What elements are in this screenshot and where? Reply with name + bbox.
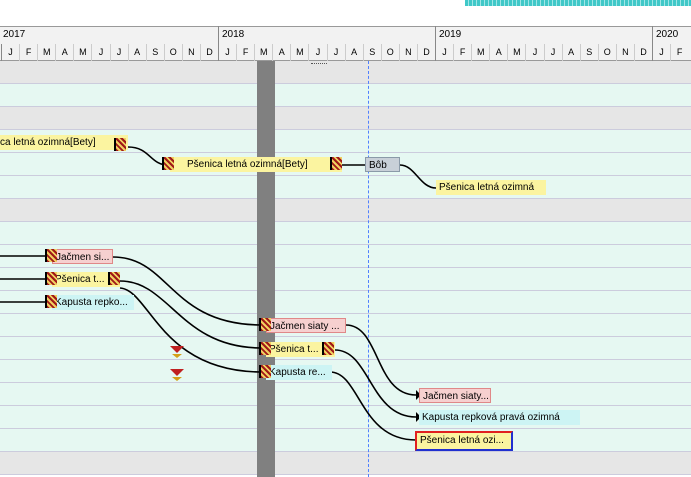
hatched-milestone-icon	[322, 342, 334, 355]
year-2020: 2020	[652, 26, 691, 44]
month-label: F	[453, 44, 471, 61]
month-label: M	[254, 44, 272, 61]
gantt-row	[0, 222, 691, 245]
gantt-chart: 2017 2018 2019 2020 JFMAMJJASONDJFMAMJJA…	[0, 0, 691, 477]
month-label: M	[507, 44, 525, 61]
month-label: D	[416, 44, 435, 61]
hatched-milestone-icon	[259, 342, 271, 355]
gantt-row	[0, 406, 691, 429]
task-bar-b5[interactable]: Jačmen si...	[52, 249, 113, 264]
task-bar-b7[interactable]: Kapusta repko...	[52, 295, 134, 310]
gantt-row	[0, 360, 691, 383]
header-accent-strip	[465, 0, 691, 6]
year-2019: 2019	[435, 26, 652, 44]
task-bar-b8[interactable]: Jačmen siaty ...	[266, 318, 346, 333]
task-bar-b13-selected[interactable]: Pšenica letná ozi...	[415, 431, 513, 451]
month-label: J	[218, 44, 236, 61]
month-label: N	[398, 44, 417, 61]
month-label: A	[489, 44, 507, 61]
month-label: O	[163, 44, 182, 61]
month-label: J	[435, 44, 453, 61]
gantt-row	[0, 383, 691, 406]
hatched-milestone-icon	[108, 272, 120, 285]
task-bar-b10[interactable]: Kapusta re...	[266, 365, 332, 380]
month-label: N	[615, 44, 634, 61]
month-label: S	[362, 44, 381, 61]
month-label: O	[380, 44, 399, 61]
current-period-band	[257, 61, 275, 477]
hatched-milestone-icon	[45, 295, 57, 308]
month-label: S	[145, 44, 164, 61]
hatched-milestone-icon	[45, 272, 57, 285]
gantt-row	[0, 176, 691, 199]
gantt-row	[0, 337, 691, 360]
month-label: J	[652, 44, 670, 61]
month-label: J	[525, 44, 543, 61]
gantt-row	[0, 107, 691, 130]
hatched-milestone-icon	[45, 249, 57, 262]
gantt-row	[0, 452, 691, 475]
month-label: S	[579, 44, 598, 61]
task-bar-b3[interactable]: Bôb	[365, 157, 400, 172]
month-label: D	[199, 44, 218, 61]
gantt-row	[0, 153, 691, 176]
task-bar-b12[interactable]: Kapusta repková pravá ozimná	[419, 410, 580, 425]
month-label: A	[55, 44, 73, 61]
month-label: J	[308, 44, 326, 61]
gantt-row	[0, 429, 691, 452]
month-label: J	[326, 44, 345, 61]
task-bar-b2[interactable]: Pšenica letná ozimná[Bety]	[170, 157, 342, 172]
gantt-row	[0, 84, 691, 107]
month-label: F	[670, 44, 688, 61]
month-label: F	[19, 44, 37, 61]
year-2018: 2018	[218, 26, 435, 44]
month-label: J	[91, 44, 109, 61]
month-label: J	[1, 44, 19, 61]
month-label: O	[597, 44, 616, 61]
today-line	[368, 61, 369, 477]
gantt-row	[0, 61, 691, 84]
hatched-milestone-icon	[259, 365, 271, 378]
month-label: D	[633, 44, 652, 61]
scroll-marker	[311, 63, 327, 66]
hatched-milestone-icon	[162, 157, 174, 170]
month-label: M	[73, 44, 91, 61]
month-label: M	[290, 44, 308, 61]
task-bar-b1[interactable]: ca letná ozimná[Bety]	[0, 135, 128, 150]
hatched-milestone-icon	[330, 157, 342, 170]
hatched-milestone-icon	[259, 318, 271, 331]
task-bar-b11[interactable]: Jačmen siaty...	[419, 388, 491, 403]
month-label: A	[272, 44, 290, 61]
hatched-milestone-icon	[114, 138, 126, 151]
month-label: M	[37, 44, 55, 61]
gantt-row	[0, 199, 691, 222]
task-bar-b4[interactable]: Pšenica letná ozimná	[436, 180, 546, 195]
month-label: A	[561, 44, 580, 61]
month-label: A	[127, 44, 146, 61]
year-2017: 2017	[3, 29, 26, 40]
month-label: J	[109, 44, 128, 61]
month-label: F	[236, 44, 254, 61]
month-label: A	[344, 44, 363, 61]
month-label: J	[543, 44, 562, 61]
month-label: M	[471, 44, 489, 61]
month-label: N	[181, 44, 200, 61]
